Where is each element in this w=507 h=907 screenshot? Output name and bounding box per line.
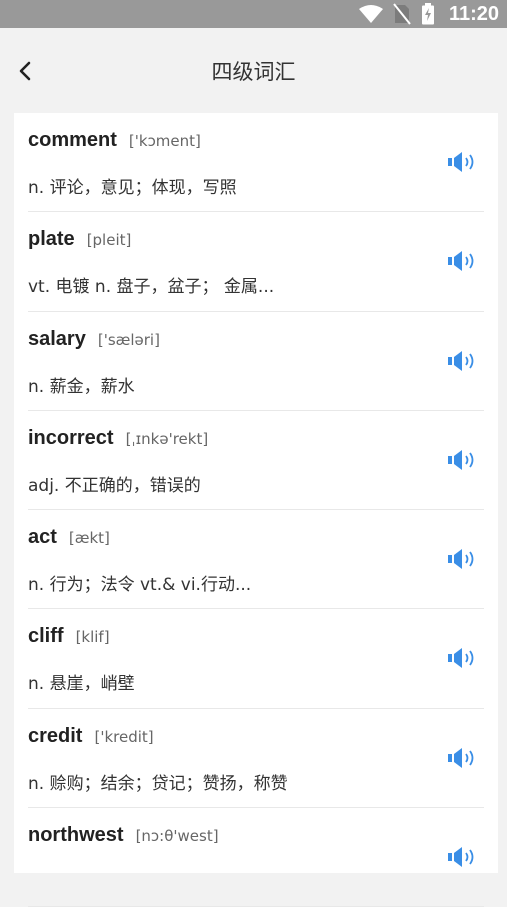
wifi-icon (358, 5, 383, 23)
phonetic-text: ['kredit] (94, 727, 154, 746)
word-line: cliff [klif] (28, 625, 110, 648)
definition-text: n. 薪金，薪水 (28, 376, 135, 397)
word-line: plate [pleit] (28, 228, 131, 251)
speaker-icon (448, 251, 474, 272)
word-line: salary ['sæləri] (28, 328, 160, 351)
speaker-icon (448, 648, 474, 669)
speaker-icon (448, 350, 474, 371)
phonetic-text: [pleit] (86, 231, 132, 250)
status-bar: 11:20 (0, 0, 507, 28)
word-text: comment (28, 129, 117, 151)
phonetic-text: [klif] (75, 628, 110, 647)
phonetic-text: ['sæləri] (97, 330, 160, 349)
list-item[interactable]: northwest [nɔ:θ'west] (14, 808, 498, 907)
word-line: comment ['kɔment] (28, 129, 201, 152)
word-line: act [ækt] (28, 526, 110, 549)
list-item[interactable]: comment ['kɔment] n. 评论，意见；体现，写照 (14, 113, 498, 213)
speaker-button[interactable] (446, 745, 480, 771)
speaker-button[interactable] (446, 844, 480, 870)
phonetic-text: ['kɔment] (128, 132, 201, 150)
word-list: comment ['kɔment] n. 评论，意见；体现，写照 plate [… (14, 113, 498, 907)
list-item[interactable]: incorrect [ˌɪnkə'rekt] adj. 不正确的，错误的 (14, 411, 498, 511)
list-item[interactable]: plate [pleit] vt. 电镀 n. 盘子，盆子； 金属... (14, 212, 498, 312)
definition-text: n. 悬崖，峭壁 (28, 674, 135, 695)
word-text: plate (28, 228, 75, 251)
word-line: credit ['kredit] (28, 725, 154, 748)
speaker-icon (448, 152, 474, 172)
word-text: salary (28, 327, 86, 350)
chevron-left-icon (19, 61, 31, 81)
no-sim-icon (393, 3, 411, 25)
list-item[interactable]: credit ['kredit] n. 赊购；结余；贷记；赞扬，称赞 (14, 709, 498, 809)
speaker-button[interactable] (446, 645, 480, 671)
word-text: northwest (28, 824, 124, 847)
page-title: 四级词汇 (211, 59, 296, 84)
status-icons: 11:20 (358, 2, 499, 26)
speaker-button[interactable] (446, 447, 480, 473)
speaker-icon (448, 449, 474, 470)
definition-text: vt. 电镀 n. 盘子，盆子； 金属... (28, 277, 275, 298)
word-line: incorrect [ˌɪnkə'rekt] (28, 427, 208, 450)
speaker-button[interactable] (446, 149, 480, 175)
word-text: incorrect (28, 426, 114, 449)
definition-text: n. 评论，意见；体现，写照 (28, 178, 237, 198)
phonetic-text: [ækt] (68, 529, 110, 548)
speaker-icon (448, 747, 474, 768)
back-button[interactable] (10, 56, 40, 86)
list-item[interactable]: act [ækt] n. 行为；法令 vt.& vi.行动... (14, 510, 498, 610)
speaker-button[interactable] (446, 348, 480, 374)
speaker-button[interactable] (446, 248, 480, 274)
list-item[interactable]: cliff [klif] n. 悬崖，峭壁 (14, 609, 498, 710)
speaker-icon (448, 549, 474, 570)
header: 四级词汇 (0, 28, 507, 113)
word-text: cliff (28, 625, 64, 648)
definition-text: n. 赊购；结余；贷记；赞扬，称赞 (28, 773, 288, 794)
list-item[interactable]: salary ['sæləri] n. 薪金，薪水 (14, 312, 498, 412)
word-line: northwest [nɔ:θ'west] (28, 824, 219, 847)
phonetic-text: [ˌɪnkə'rekt] (125, 429, 209, 448)
definition-text: adj. 不正确的，错误的 (28, 475, 201, 496)
speaker-button[interactable] (446, 546, 480, 572)
status-time: 11:20 (448, 2, 499, 25)
word-text: credit (28, 724, 83, 747)
battery-icon (421, 3, 435, 25)
word-text: act (28, 526, 57, 549)
phonetic-text: [nɔ:θ'west] (135, 827, 219, 846)
definition-text: n. 行为；法令 vt.& vi.行动... (28, 575, 252, 596)
